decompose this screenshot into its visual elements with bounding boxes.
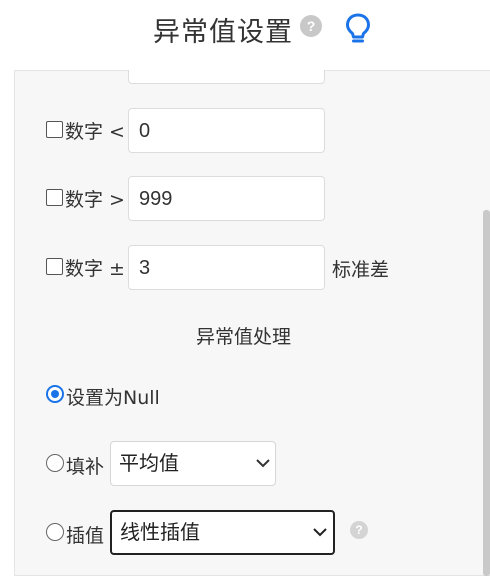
lt-value-input[interactable]: 0: [128, 108, 325, 153]
clipped-input[interactable]: [128, 70, 325, 84]
interpolate-radio[interactable]: [46, 523, 64, 541]
gt-label: 数字 >: [65, 189, 125, 211]
gt-value-input[interactable]: 999: [128, 176, 325, 221]
lightbulb-icon[interactable]: [344, 12, 372, 46]
interpolate-help-icon[interactable]: ?: [350, 521, 368, 539]
chevron-down-icon: [256, 459, 270, 468]
interpolate-label: 插值: [66, 525, 105, 547]
gt-checkbox[interactable]: [46, 189, 63, 206]
std-checkbox[interactable]: [46, 258, 63, 275]
set-null-radio[interactable]: [46, 385, 64, 403]
page-title: 异常值设置: [153, 17, 293, 48]
fill-radio[interactable]: [46, 454, 64, 472]
lt-checkbox[interactable]: [46, 121, 63, 138]
chevron-down-icon: [313, 528, 327, 537]
lt-label: 数字 <: [65, 121, 125, 143]
dialog-header: 异常值设置 ?: [0, 0, 490, 60]
std-value-input[interactable]: 3: [128, 245, 325, 290]
set-null-label: 设置为Null: [66, 387, 160, 409]
help-icon[interactable]: ?: [300, 15, 322, 37]
interpolate-method-value: 线性插值: [120, 520, 200, 544]
std-label: 数字 ±: [65, 258, 125, 280]
interpolate-method-select[interactable]: 线性插值: [110, 510, 335, 555]
std-unit-label: 标准差: [332, 259, 390, 281]
handling-section-title: 异常值处理: [196, 326, 292, 348]
fill-method-value: 平均值: [119, 451, 179, 475]
panel-scrollbar[interactable]: [483, 210, 490, 576]
fill-method-select[interactable]: 平均值: [110, 441, 276, 486]
fill-label: 填补: [66, 456, 105, 478]
